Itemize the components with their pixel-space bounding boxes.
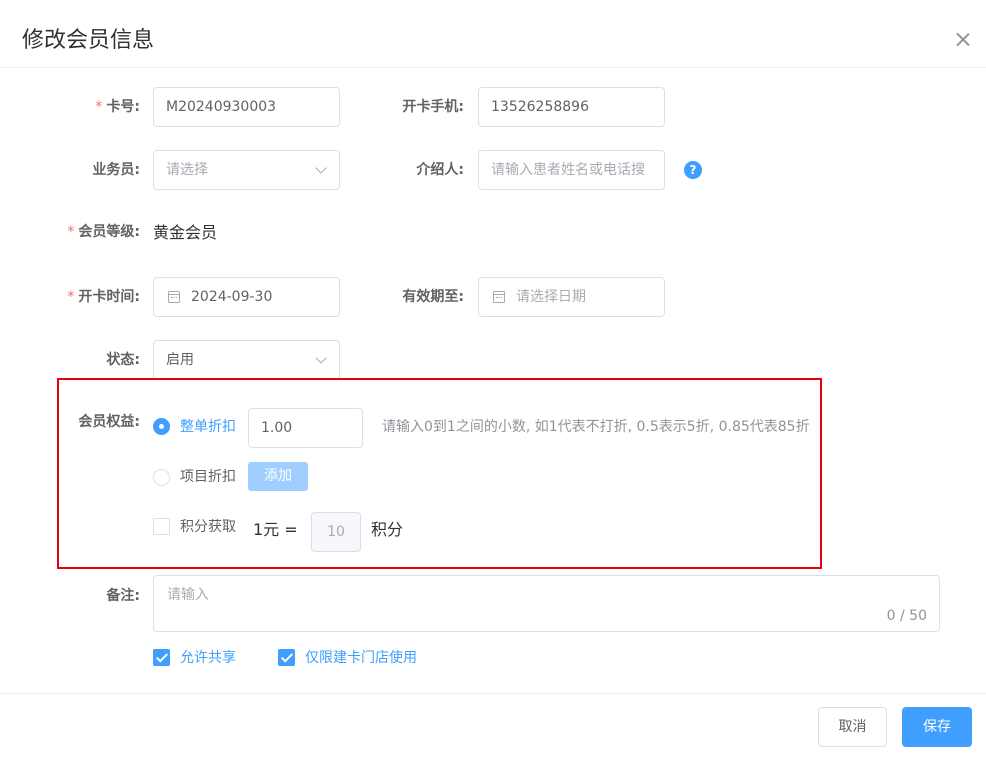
salesperson-placeholder: 请选择 bbox=[166, 162, 208, 178]
points-suffix: 积分 bbox=[371, 520, 404, 539]
salesperson-label: 业务员: bbox=[92, 162, 140, 178]
status-label: 状态: bbox=[106, 352, 140, 368]
level-value: 黄金会员 bbox=[153, 223, 218, 242]
store-only-checkbox[interactable] bbox=[278, 649, 295, 666]
whole-discount-value: 1.00 bbox=[261, 420, 293, 436]
help-icon[interactable]: ? bbox=[684, 161, 702, 179]
status-value: 启用 bbox=[166, 352, 194, 368]
salesperson-select[interactable]: 请选择 bbox=[153, 150, 340, 190]
allow-share-checkbox[interactable] bbox=[153, 649, 170, 666]
referrer-input[interactable]: 请输入患者姓名或电话搜 bbox=[478, 150, 665, 190]
benefits-label: 会员权益: bbox=[78, 414, 140, 430]
remark-placeholder: 请输入 bbox=[167, 587, 209, 603]
points-label[interactable]: 积分获取 bbox=[180, 517, 236, 537]
save-button[interactable]: 保存 bbox=[902, 707, 972, 747]
level-label: * 会员等级: bbox=[40, 222, 140, 242]
allow-share-label[interactable]: 允许共享 bbox=[180, 648, 236, 668]
remark-counter: 0 / 50 bbox=[886, 608, 927, 624]
edit-member-dialog: 修改会员信息 * 卡号: M20240930003 开卡手机: 135262588… bbox=[0, 0, 986, 769]
chevron-down-icon bbox=[315, 352, 327, 364]
item-discount-radio[interactable] bbox=[153, 469, 170, 486]
open-date-label-text: 开卡时间: bbox=[78, 289, 140, 305]
card-no-value: M20240930003 bbox=[166, 99, 277, 115]
phone-value: 13526258896 bbox=[491, 99, 589, 115]
required-mark: * bbox=[67, 224, 75, 240]
phone-label: 开卡手机: bbox=[402, 99, 464, 115]
phone-input[interactable]: 13526258896 bbox=[478, 87, 665, 127]
card-no-input[interactable]: M20240930003 bbox=[153, 87, 340, 127]
level-label-text: 会员等级: bbox=[78, 224, 140, 240]
dialog-title: 修改会员信息 bbox=[22, 28, 155, 53]
cancel-button[interactable]: 取消 bbox=[818, 707, 887, 747]
points-prefix: 1元 = bbox=[253, 520, 298, 539]
highlight-box bbox=[57, 378, 822, 569]
required-mark: * bbox=[67, 289, 75, 305]
open-date-label: * 开卡时间: bbox=[40, 287, 140, 307]
item-discount-label[interactable]: 项目折扣 bbox=[180, 467, 236, 487]
open-date-value: 2024-09-30 bbox=[191, 289, 273, 305]
chevron-down-icon bbox=[315, 162, 327, 174]
whole-discount-label[interactable]: 整单折扣 bbox=[180, 417, 236, 437]
whole-discount-radio[interactable] bbox=[153, 418, 170, 435]
referrer-label: 介绍人: bbox=[416, 162, 464, 178]
points-rate-value: 10 bbox=[327, 524, 345, 540]
calendar-icon bbox=[493, 291, 505, 303]
card-no-label-text: 卡号: bbox=[106, 99, 140, 115]
remark-textarea[interactable]: 请输入 0 / 50 bbox=[153, 575, 940, 632]
close-icon[interactable] bbox=[953, 30, 973, 50]
discount-hint: 请输入0到1之间的小数, 如1代表不打折, 0.5表示5折, 0.85代表85折 bbox=[382, 419, 810, 435]
required-mark: * bbox=[95, 99, 103, 115]
valid-until-label: 有效期至: bbox=[402, 289, 464, 305]
card-no-label: * 卡号: bbox=[60, 97, 140, 117]
remark-label: 备注: bbox=[106, 588, 140, 604]
dialog-header: 修改会员信息 bbox=[0, 0, 986, 68]
valid-until-picker[interactable]: 请选择日期 bbox=[478, 277, 665, 317]
valid-until-placeholder: 请选择日期 bbox=[516, 289, 586, 305]
status-select[interactable]: 启用 bbox=[153, 340, 340, 380]
whole-discount-input[interactable]: 1.00 bbox=[248, 408, 363, 448]
add-item-discount-button[interactable]: 添加 bbox=[248, 462, 308, 491]
points-checkbox[interactable] bbox=[153, 518, 170, 535]
store-only-label[interactable]: 仅限建卡门店使用 bbox=[305, 648, 417, 668]
points-rate-input: 10 bbox=[311, 512, 361, 552]
open-date-picker[interactable]: 2024-09-30 bbox=[153, 277, 340, 317]
calendar-icon bbox=[168, 291, 180, 303]
referrer-placeholder: 请输入患者姓名或电话搜 bbox=[491, 162, 645, 178]
